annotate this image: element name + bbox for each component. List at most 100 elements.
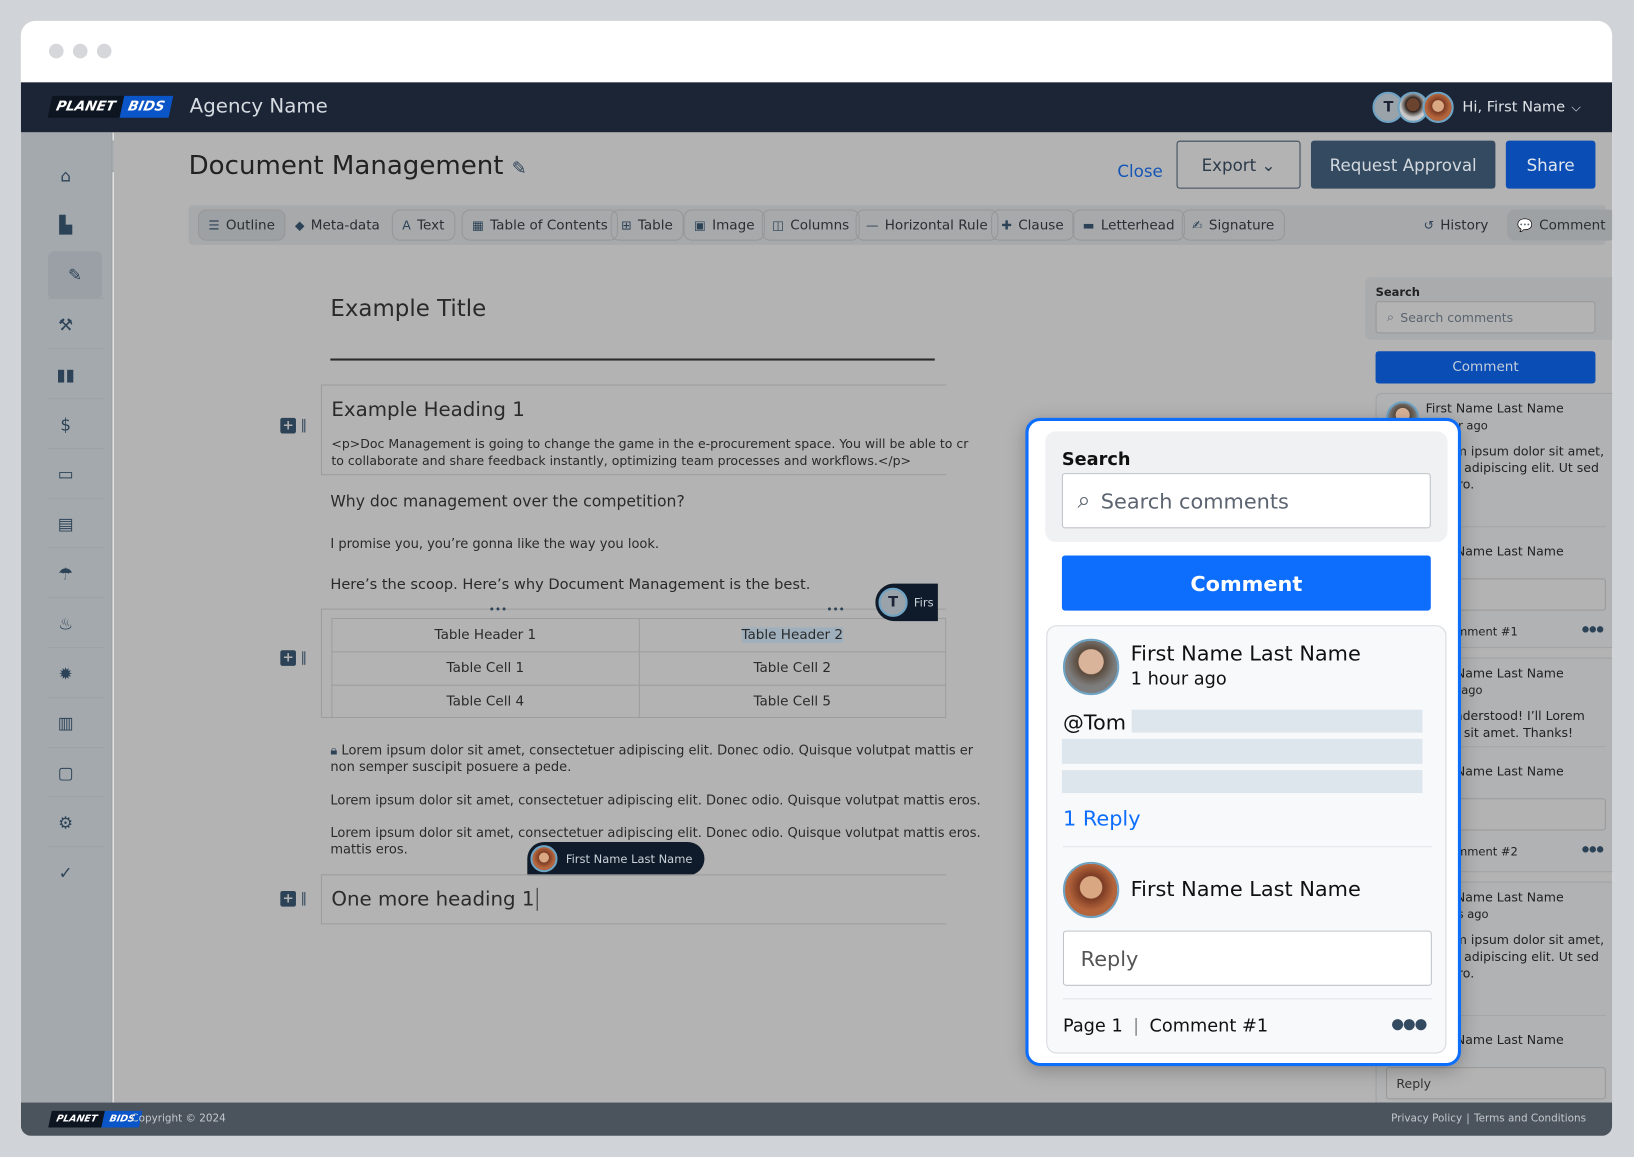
export-label: Export xyxy=(1201,154,1257,175)
toolbar-meta-data-button[interactable]: ◆ Meta-data xyxy=(284,209,390,240)
terms-link[interactable]: Terms and Conditions xyxy=(1474,1113,1586,1124)
avatar xyxy=(1422,91,1455,123)
toolbar-clause-button[interactable]: ✚ Clause xyxy=(991,209,1075,241)
replies-link[interactable]: 1 Reply xyxy=(1063,806,1141,831)
divider xyxy=(47,846,105,848)
signature-box-nav-item[interactable]: ✓ xyxy=(48,855,83,890)
home-nav-item[interactable]: ⌂ xyxy=(48,157,83,192)
add-block-icon[interactable]: + xyxy=(280,417,296,434)
paragraph: Lorem ipsum dolor sit amet, consectetuer… xyxy=(330,824,981,840)
planetbids-logo[interactable]: PLANET BIDS xyxy=(47,95,173,118)
reply-input[interactable]: Reply xyxy=(1385,1067,1606,1100)
book-nav-item[interactable]: ▮▮ xyxy=(48,357,83,392)
toolbar-signature-button[interactable]: ✍ Signature xyxy=(1181,209,1285,241)
bookmark-nav-item[interactable]: ▙ xyxy=(48,207,83,242)
column-menu-icon[interactable]: ••• xyxy=(489,604,507,615)
chart-nav-item[interactable]: ▥ xyxy=(48,705,83,740)
chart-icon: ▥ xyxy=(57,713,74,733)
drag-handle-icon[interactable] xyxy=(302,418,306,433)
signature-box-icon: ✓ xyxy=(58,862,73,883)
window-dot xyxy=(48,43,64,59)
toolbar-label: Text xyxy=(417,217,445,233)
badge-nav-item[interactable]: ✹ xyxy=(48,655,83,690)
pencil-icon[interactable]: ✎ xyxy=(512,158,527,179)
heading: Example Heading 1 xyxy=(331,398,525,422)
calendar-nav-item[interactable]: ▢ xyxy=(48,755,83,790)
block-handle[interactable]: + xyxy=(280,650,306,666)
toolbar-outline-button[interactable]: ☰ Outline xyxy=(197,209,286,241)
agency-name: Agency Name xyxy=(189,94,328,118)
text-icon: A xyxy=(402,217,411,233)
table-cell[interactable]: Table Cell 2 xyxy=(638,651,947,686)
toolbar-text-button[interactable]: A Text xyxy=(391,209,455,241)
close-button[interactable]: Close xyxy=(1109,147,1172,195)
search-dollar-nav-item[interactable]: $ xyxy=(48,406,83,441)
search-placeholder: Search comments xyxy=(1100,488,1289,514)
comment-button[interactable]: Comment xyxy=(1061,555,1431,611)
reply-input[interactable]: Reply xyxy=(1062,930,1432,986)
meta-data-icon: ◆ xyxy=(294,217,305,233)
panel-search-input[interactable]: ⌕ Search comments xyxy=(1375,301,1596,334)
table-cell[interactable]: Table Cell 1 xyxy=(331,651,640,686)
block-handle[interactable]: + xyxy=(280,417,306,434)
contract-nav-item[interactable]: ▤ xyxy=(48,506,83,541)
toolbar-columns-button[interactable]: ◫ Columns xyxy=(761,209,860,241)
more-options-icon[interactable]: ●●● xyxy=(1391,1016,1427,1033)
collaborator-name: First Name Last Name xyxy=(565,851,693,866)
page-title-text: Document Management xyxy=(188,150,504,181)
calendar-icon: ▢ xyxy=(57,762,74,783)
block-handle[interactable]: + xyxy=(280,890,306,907)
locked-paragraph: non semper suscipit posuere a pede. xyxy=(330,758,572,775)
chevron-down-icon: ⌵ xyxy=(1571,99,1581,115)
user-menu[interactable]: T Hi, First Name ⌵ xyxy=(1372,91,1581,123)
drag-handle-icon[interactable] xyxy=(302,892,306,906)
document-title[interactable]: Example Title xyxy=(330,296,486,322)
mention[interactable]: @Tom xyxy=(1063,710,1126,735)
toolbar-label: Table xyxy=(637,217,673,233)
heading-block[interactable]: One more heading 1 xyxy=(320,874,947,925)
reply-placeholder: Reply xyxy=(1080,945,1139,971)
chevron-down-icon: ⌄ xyxy=(1261,154,1276,175)
toolbar-table-of-contents-button[interactable]: ▦ Table of Contents xyxy=(461,209,619,241)
share-button[interactable]: Share xyxy=(1505,140,1596,189)
table-cell[interactable]: Table Cell 4 xyxy=(331,684,640,717)
comment-toggle-button[interactable]: 💬 Comment xyxy=(1506,209,1613,241)
add-block-icon[interactable]: + xyxy=(280,650,296,666)
id-card-nav-item[interactable]: ▭ xyxy=(48,456,83,491)
columns-icon: ◫ xyxy=(772,217,785,233)
table-header[interactable]: Table Header 2 xyxy=(638,617,947,653)
table-cell[interactable]: Table Cell 5 xyxy=(638,684,947,717)
fire-icon: ♨ xyxy=(58,613,74,634)
column-menu-icon[interactable]: ••• xyxy=(826,604,844,615)
toolbar-horizontal-rule-button[interactable]: — Horizontal Rule xyxy=(855,209,999,241)
umbrella-icon: ☂ xyxy=(58,563,74,584)
request-approval-button[interactable]: Request Approval xyxy=(1310,140,1496,189)
toolbar-letterhead-button[interactable]: ▬ Letterhead xyxy=(1072,209,1185,241)
document-table[interactable]: Table Header 1 Table Header 2 Table Cell … xyxy=(331,617,947,717)
export-button[interactable]: Export ⌄ xyxy=(1176,140,1301,189)
more-options-icon[interactable]: ●●● xyxy=(1582,624,1604,633)
gavel-nav-item[interactable]: ⚒ xyxy=(48,307,83,342)
add-block-icon[interactable]: + xyxy=(280,890,296,907)
table-block[interactable]: Table Header 1 Table Header 2 Table Cell … xyxy=(320,608,947,719)
divider xyxy=(330,358,935,361)
more-options-icon[interactable]: ●●● xyxy=(1582,844,1604,853)
heading-block[interactable]: Example Heading 1 <p>Doc Management is g… xyxy=(320,384,968,476)
privacy-link[interactable]: Privacy Policy xyxy=(1391,1113,1462,1124)
toolbar-image-button[interactable]: ▣ Image xyxy=(683,209,765,241)
document-edit-nav-item[interactable]: ✎ xyxy=(47,250,103,299)
collaborator-cursor-tag: First Name Last Name xyxy=(527,842,705,876)
outline-icon: ☰ xyxy=(208,217,220,233)
popup-search-input[interactable]: ⌕ Search comments xyxy=(1061,473,1431,529)
clause-icon: ✚ xyxy=(1001,217,1012,233)
gear-nav-item[interactable]: ⚙ xyxy=(48,805,83,840)
toolbar-table-button[interactable]: ⊞ Table xyxy=(610,209,684,241)
drag-handle-icon[interactable] xyxy=(302,651,306,665)
fire-nav-item[interactable]: ♨ xyxy=(48,606,83,641)
gear-icon: ⚙ xyxy=(58,812,74,833)
table-header[interactable]: Table Header 1 xyxy=(331,617,640,653)
panel-comment-button[interactable]: Comment xyxy=(1375,351,1596,384)
umbrella-nav-item[interactable]: ☂ xyxy=(48,556,83,591)
history-button[interactable]: ↺ History xyxy=(1413,209,1499,240)
divider xyxy=(47,547,105,549)
